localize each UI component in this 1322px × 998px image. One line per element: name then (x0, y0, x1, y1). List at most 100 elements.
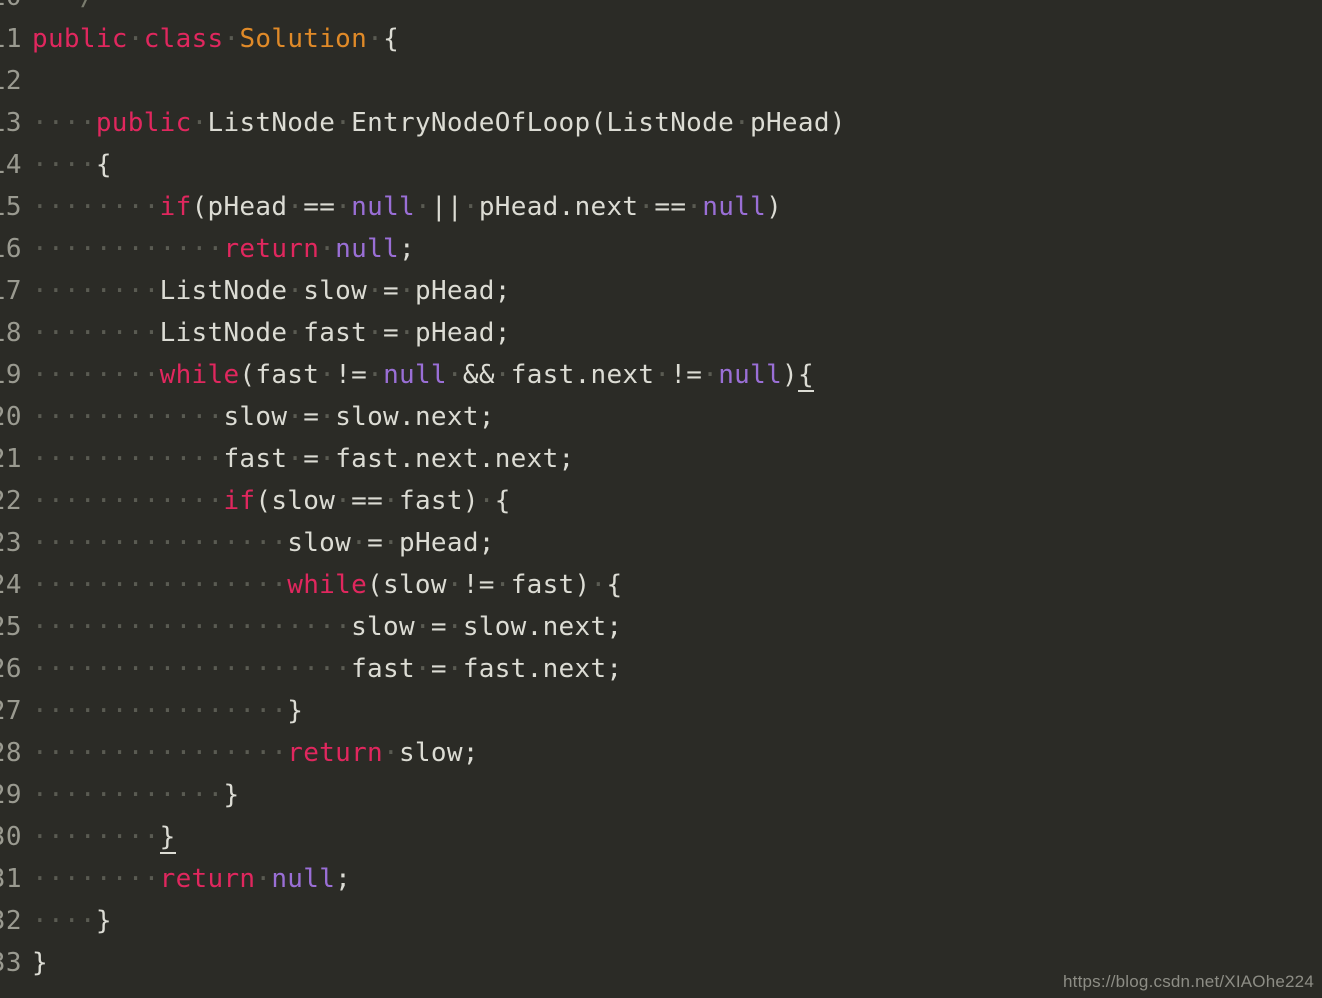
code-token-plain: pHead; (414, 318, 511, 348)
code-line-text[interactable]: ············return·null; (32, 228, 1322, 270)
code-line[interactable]: 32 ····} (0, 900, 1322, 942)
code-token-kw: if (159, 192, 192, 222)
code-line-text[interactable]: ············fast·=·fast.next.next; (32, 438, 1322, 480)
code-line[interactable]: 20 ············slow·=·slow.next; (0, 396, 1322, 438)
code-token-kw: while (159, 360, 240, 390)
code-token-null: null (383, 360, 447, 390)
code-line[interactable]: 23················slow·=·pHead; (0, 522, 1322, 564)
code-line[interactable]: 21············fast·=·fast.next.next; (0, 438, 1322, 480)
code-token-ws: · (287, 192, 304, 222)
code-token-ws: · (414, 192, 431, 222)
code-line[interactable]: 30 ········} (0, 816, 1322, 858)
code-token-ws: · (255, 864, 272, 894)
code-token-plain: fast.next.next; (335, 444, 575, 474)
code-token-plain: } (95, 906, 112, 936)
code-token-plain: (pHead (191, 192, 288, 222)
code-token-ws: · (127, 24, 144, 54)
code-line[interactable]: 17········ListNode·slow·=·pHead; (0, 270, 1322, 312)
code-token-ws: ················ (32, 528, 288, 558)
code-token-null: null (702, 192, 767, 222)
code-token-ws: ···················· (32, 612, 352, 642)
code-token-plain: slow; (398, 738, 479, 768)
line-number: 12 (0, 66, 22, 96)
code-editor[interactable]: 10 */11public·class·Solution·{1213····pu… (0, 0, 1322, 998)
code-line[interactable]: 25····················slow·=·slow.next; (0, 606, 1322, 648)
code-token-ws: ············ (32, 402, 224, 432)
code-token-ws: ············ (32, 780, 224, 810)
code-token-ws: · (734, 108, 750, 138)
code-line[interactable]: 29 ············} (0, 774, 1322, 816)
code-token-null: null (351, 192, 415, 222)
code-token-plain: ) (782, 360, 798, 390)
code-line-text[interactable]: ····{ (32, 144, 1322, 186)
code-token-ws: ········ (32, 318, 160, 348)
code-line[interactable]: 28 ················return·slow; (0, 732, 1322, 774)
code-line[interactable]: 16 ············return·null; (0, 228, 1322, 270)
code-token-null: null (271, 864, 336, 894)
code-token-plain: } (223, 780, 240, 810)
code-lines-container[interactable]: 10 */11public·class·Solution·{1213····pu… (0, 0, 1322, 984)
code-line[interactable]: 18 ········ListNode·fast·=·pHead; (0, 312, 1322, 354)
code-token-plain: { (606, 570, 623, 600)
code-line[interactable]: 11public·class·Solution·{ (0, 18, 1322, 60)
code-token-plain: (fast (239, 360, 320, 390)
code-line[interactable]: 31 ········return·null; (0, 858, 1322, 900)
code-line[interactable]: 27 ················} (0, 690, 1322, 732)
code-token-ws: ···· (32, 906, 96, 936)
code-token-plain: || (430, 192, 463, 222)
code-line-text[interactable]: ················return·slow; (32, 732, 1322, 774)
code-token-kw: if (223, 486, 256, 516)
code-line-text[interactable]: ············if(slow·==·fast)·{ (32, 480, 1322, 522)
code-line-text[interactable]: public·class·Solution·{ (32, 18, 1322, 60)
code-line-text[interactable]: ····} (32, 900, 1322, 942)
code-line[interactable]: 22············if(slow·==·fast)·{ (0, 480, 1322, 522)
code-token-plain: pHead.next (478, 192, 639, 222)
code-token-ws: ········ (32, 276, 160, 306)
code-token-kw: while (287, 570, 368, 600)
code-line-text[interactable]: ················slow·=·pHead; (32, 522, 1322, 564)
code-line-text[interactable]: ········ListNode·fast·=·pHead; (32, 312, 1322, 354)
code-token-plain: slow (351, 612, 415, 642)
code-token-plain: pHead) (750, 108, 846, 138)
code-line[interactable]: 12 (0, 60, 1322, 102)
code-token-ws: ················ (32, 696, 288, 726)
code-token-ws: ········ (32, 864, 160, 894)
code-token-plain: fast.next; (462, 654, 623, 684)
code-line[interactable]: 26····················fast·=·fast.next; (0, 648, 1322, 690)
code-token-ws (32, 0, 64, 12)
code-token-null: null (718, 360, 783, 390)
code-line-text[interactable]: ········ListNode·slow·=·pHead; (32, 270, 1322, 312)
code-token-ws: · (367, 276, 384, 306)
code-token-plain: pHead; (399, 528, 495, 558)
line-number: 18 (0, 318, 22, 348)
code-line[interactable]: 10 */ (0, 0, 1322, 18)
code-token-ws: · (191, 108, 208, 138)
code-line[interactable]: 15········if(pHead·==·null·||·pHead.next… (0, 186, 1322, 228)
line-number: 20 (0, 402, 22, 432)
code-token-plain: EntryNodeOfLoop(ListNode (351, 108, 735, 138)
code-line-text[interactable]: */ (32, 0, 1322, 18)
line-number: 29 (0, 780, 22, 810)
code-line-text[interactable]: ················while(slow·!=·fast)·{ (32, 564, 1322, 606)
code-line-text[interactable]: ····················slow·=·slow.next; (32, 606, 1322, 648)
line-number: 24 (0, 570, 22, 600)
code-line-text[interactable]: ········} (32, 816, 1322, 858)
code-line-text[interactable]: ····················fast·=·fast.next; (32, 648, 1322, 690)
watermark-url: https://blog.csdn.net/XIAOhe224 (1063, 972, 1314, 991)
code-token-plain: != (335, 360, 368, 390)
code-line-text[interactable]: ········while(fast·!=·null·&&·fast.next·… (32, 354, 1322, 396)
code-token-plain: ListNode (159, 318, 288, 348)
code-line-text[interactable]: ············} (32, 774, 1322, 816)
code-line-text[interactable]: ····public·ListNode·EntryNodeOfLoop(List… (32, 102, 1322, 144)
code-token-plain: slow (223, 402, 288, 432)
code-line[interactable]: 24 ················while(slow·!=·fast)·{ (0, 564, 1322, 606)
code-line-text[interactable]: ················} (32, 690, 1322, 732)
code-line-text[interactable]: ········if(pHead·==·null·||·pHead.next·=… (32, 186, 1322, 228)
line-number: 13 (0, 108, 22, 138)
code-line-text[interactable]: ············slow·=·slow.next; (32, 396, 1322, 438)
code-line[interactable]: 13····public·ListNode·EntryNodeOfLoop(Li… (0, 102, 1322, 144)
code-line[interactable]: 19········while(fast·!=·null·&&·fast.nex… (0, 354, 1322, 396)
code-line[interactable]: 14 ····{ (0, 144, 1322, 186)
code-line-text[interactable]: ········return·null; (32, 858, 1322, 900)
code-token-ws: · (414, 612, 431, 642)
